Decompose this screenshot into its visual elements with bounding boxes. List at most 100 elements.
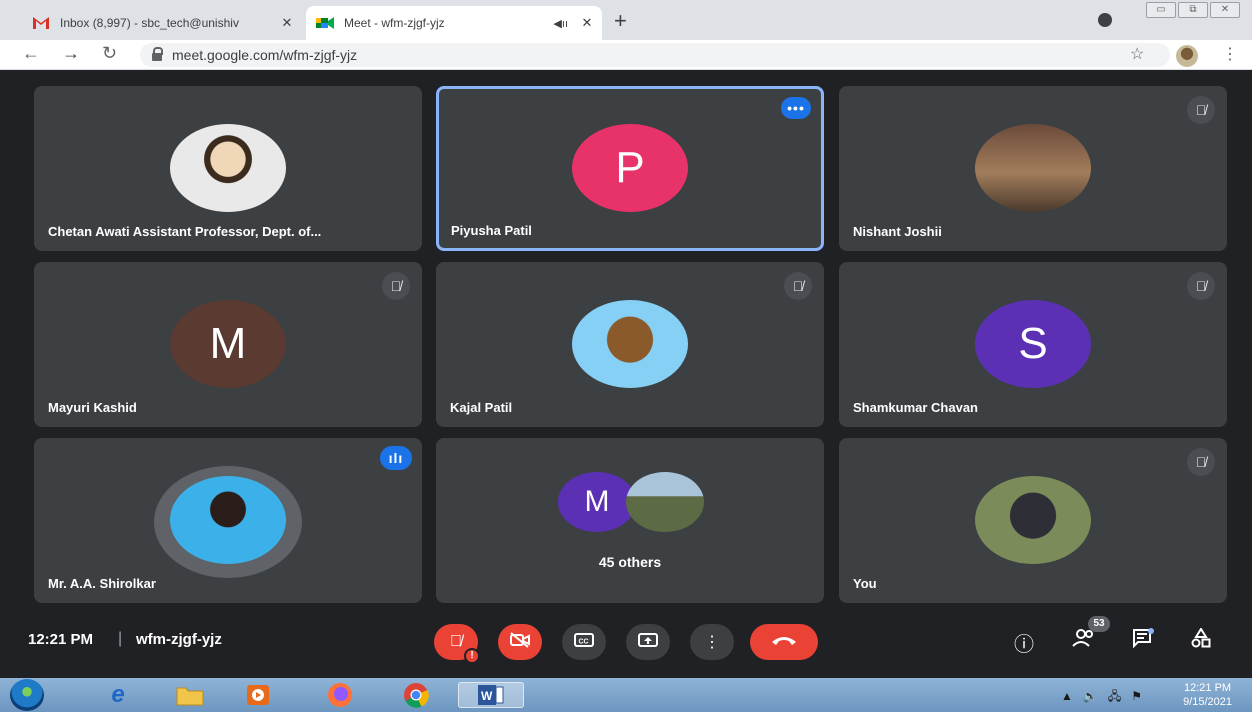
participant-avatar: M [558,472,636,532]
participant-tile[interactable]: ılı Mr. A.A. Shirolkar [34,438,422,603]
participant-tile[interactable]: 🎙̸ M Mayuri Kashid [34,262,422,427]
participant-name: Shamkumar Chavan [853,400,978,415]
browser-toolbar: ← → ↻ meet.google.com/wfm-zjgf-yjz ☆ ⋮ [0,40,1252,70]
svg-text:W: W [481,689,493,703]
system-tray: ▲ 🔈 🖧 ⚑ [1061,687,1142,708]
avatar-initial: P [615,143,645,192]
participant-avatar [975,476,1091,564]
mic-off-icon: 🎙̸ [1187,448,1215,476]
present-screen-icon [638,632,658,653]
window-controls: ▭ ⧉ ✕ [1146,2,1240,18]
tab-gmail[interactable]: Inbox (8,997) - sbc_tech@unishiv ✕ [22,6,302,40]
separator: | [118,630,123,647]
speaking-indicator-icon: ılı [380,446,412,470]
present-button[interactable] [626,624,670,660]
meeting-time: 12:21 PM [28,631,94,648]
mic-off-icon: 🎙̸ [382,272,410,300]
close-window-icon[interactable]: ✕ [1210,2,1240,18]
meeting-code: wfm-zjgf-yjz [136,631,222,648]
word-icon[interactable]: W [458,682,524,708]
participant-avatar: M [170,300,286,388]
profile-avatar[interactable] [1176,45,1198,67]
participant-name: Mr. A.A. Shirolkar [48,576,156,591]
volume-icon[interactable]: 🔈 [1083,689,1098,703]
mic-off-icon: 🎙̸ [1187,96,1215,124]
mic-off-icon: 🎙̸ [1187,272,1215,300]
internet-explorer-icon[interactable]: e [96,681,140,708]
mic-toggle-button[interactable]: 🎙̸ ! [434,624,480,664]
participant-tile[interactable]: Chetan Awati Assistant Professor, Dept. … [34,86,422,251]
participant-avatar: S [975,300,1091,388]
participant-tile[interactable]: ••• P Piyusha Patil [436,86,824,251]
firefox-icon[interactable] [318,682,362,708]
browser-tab-bar: Inbox (8,997) - sbc_tech@unishiv ✕ Meet … [0,0,1252,40]
speaker-icon[interactable]: ◀ıı [553,17,568,30]
gmail-icon [32,16,50,30]
participant-avatar [572,300,688,388]
chat-icon[interactable] [1132,628,1154,654]
url-text: meet.google.com/wfm-zjgf-yjz [172,47,358,63]
forward-icon[interactable]: → [62,43,80,64]
participant-name: Mayuri Kashid [48,400,137,415]
meet-icon [316,16,334,30]
clock-date: 9/15/2021 [1183,696,1232,708]
back-icon[interactable]: ← [22,43,40,64]
restore-icon[interactable]: ⧉ [1178,2,1208,18]
tab-title: Inbox (8,997) - sbc_tech@unishiv [60,16,239,30]
others-tile[interactable]: M 45 others [436,438,824,603]
participant-tile[interactable]: 🎙̸ S Shamkumar Chavan [839,262,1227,427]
new-tab-button[interactable]: + [614,8,627,34]
taskbar-clock[interactable]: 12:21 PM 9/15/2021 [1183,681,1232,709]
captions-icon: CC [574,632,594,653]
svg-text:CC: CC [579,638,589,645]
mic-off-icon: 🎙̸ [784,272,812,300]
tab-meet[interactable]: Meet - wfm-zjgf-yjz ◀ıı ✕ [306,6,602,40]
avatar-initial: M [584,485,610,518]
participant-name: Kajal Patil [450,400,513,415]
more-vert-icon: ⋮ [704,634,720,651]
mic-off-icon: 🎙̸ [450,633,462,650]
participant-tile[interactable]: 🎙̸ Nishant Joshii [839,86,1227,251]
camera-toggle-button[interactable] [498,624,542,660]
more-options-button[interactable]: ⋮ [690,624,734,660]
more-options-icon[interactable]: ••• [781,97,811,119]
start-button[interactable] [10,679,44,711]
end-call-button[interactable] [750,624,818,660]
avatar-initial: S [1018,319,1048,368]
participant-avatar [975,124,1091,212]
phone-hangup-icon [771,633,797,651]
clock-time: 12:21 PM [1183,682,1232,694]
media-player-icon[interactable] [236,682,280,708]
meeting-details-icon[interactable]: ⓘ [1014,628,1034,657]
meeting-controls-bar: 12:21 PM | wfm-zjgf-yjz 🎙̸ ! CC ⋮ ⓘ 53 [0,610,1252,678]
participant-avatar [170,476,286,564]
tray-expand-icon[interactable]: ▲ [1061,689,1073,703]
participant-name: Piyusha Patil [451,223,532,238]
activities-icon[interactable] [1190,627,1212,654]
close-tab-icon[interactable]: ✕ [278,15,296,31]
participant-tile[interactable]: 🎙̸ You [839,438,1227,603]
mic-alert-icon: ! [464,648,480,664]
participant-name: Chetan Awati Assistant Professor, Dept. … [48,224,322,239]
avatar-initial: M [209,319,247,368]
address-bar[interactable]: meet.google.com/wfm-zjgf-yjz [140,43,1170,67]
file-explorer-icon[interactable] [168,682,212,708]
participant-avatar [170,124,286,212]
windows-taskbar: e W ▲ 🔈 🖧 ⚑ 12:21 PM 9/15/2021 [0,678,1252,712]
browser-status-icon[interactable] [1098,13,1112,27]
participant-name: You [853,576,877,591]
browser-menu-icon[interactable]: ⋮ [1222,44,1238,64]
close-tab-icon[interactable]: ✕ [578,15,596,31]
reload-icon[interactable]: ↻ [102,43,117,64]
action-center-flag-icon[interactable]: ⚑ [1131,689,1142,703]
captions-button[interactable]: CC [562,624,606,660]
network-icon[interactable]: 🖧 [1108,689,1121,703]
people-icon[interactable] [1072,628,1096,654]
participant-tile[interactable]: 🎙̸ Kajal Patil [436,262,824,427]
minimize-icon[interactable]: ▭ [1146,2,1176,18]
participant-avatar: P [572,124,688,212]
participant-avatar [626,472,704,532]
bookmark-star-icon[interactable]: ☆ [1130,44,1144,64]
chrome-icon[interactable] [394,682,438,708]
lock-icon [152,47,163,61]
